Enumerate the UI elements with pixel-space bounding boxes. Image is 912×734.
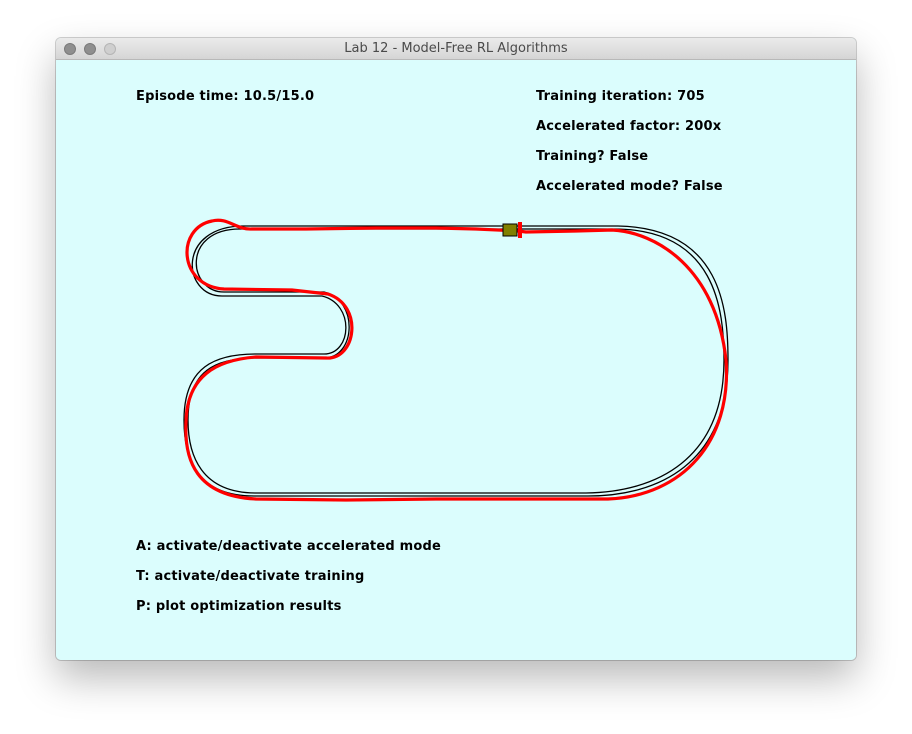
window-title: Lab 12 - Model-Free RL Algorithms: [344, 41, 568, 56]
training-hotkey: T: activate/deactivate training: [136, 569, 365, 584]
app-window: Lab 12 - Model-Free RL Algorithms Episod…: [56, 38, 856, 660]
plot-hotkey: P: plot optimization results: [136, 599, 342, 614]
track-boundary: [183, 225, 729, 497]
car: [502, 222, 522, 238]
accelerated-mode-hotkey: A: activate/deactivate accelerated mode: [136, 539, 441, 554]
title-bar[interactable]: Lab 12 - Model-Free RL Algorithms: [56, 38, 856, 60]
simulation-canvas[interactable]: Episode time: 10.5/15.0 Training iterati…: [56, 60, 856, 660]
agent-trajectory: [184, 218, 729, 502]
